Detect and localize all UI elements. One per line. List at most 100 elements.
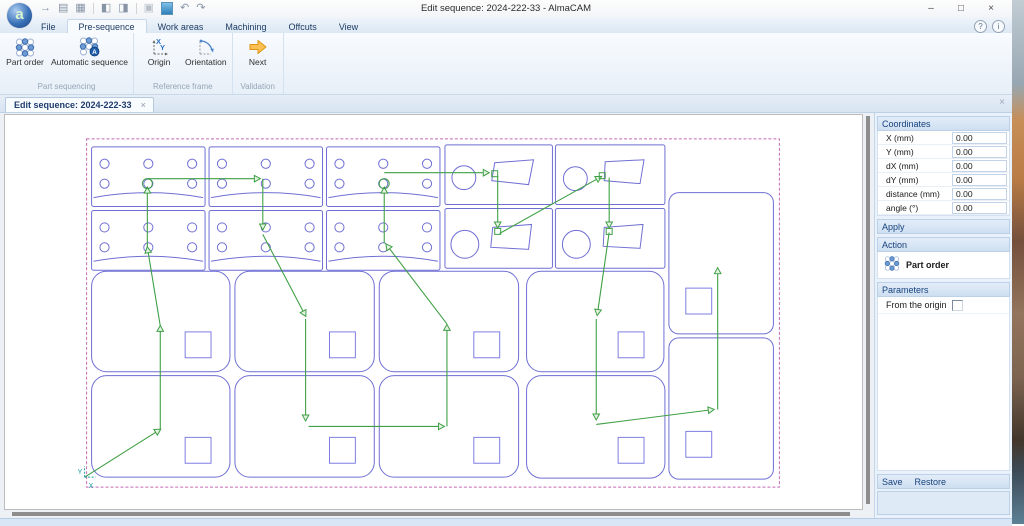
coordinate-row-distance: distance (mm)0.00	[878, 187, 1009, 201]
next-arrow-icon	[247, 36, 269, 58]
sequence-arrow	[147, 247, 160, 326]
save-button[interactable]: Save	[882, 477, 903, 487]
machine-icon[interactable]: ▦	[75, 2, 85, 15]
action-header[interactable]: Action	[877, 237, 1010, 252]
tab-work-areas[interactable]: Work areas	[147, 20, 215, 33]
tab-file[interactable]: File	[30, 20, 67, 33]
panel-close-icon[interactable]: ×	[999, 98, 1005, 108]
copy-left-icon[interactable]: ◧	[101, 2, 111, 15]
part-trapezoid[interactable]	[445, 145, 552, 205]
group-reference-frame: XY Origin Orientation Reference frame	[134, 33, 233, 94]
automatic-sequence-label: Automatic sequence	[51, 58, 128, 67]
part-order-button[interactable]: Part order	[2, 34, 48, 67]
y-value-field[interactable]: 0.00	[952, 146, 1007, 158]
toolbar-separator	[93, 3, 94, 14]
next-button[interactable]: Next	[235, 34, 281, 67]
tab-machining[interactable]: Machining	[214, 20, 277, 33]
coordinates-header[interactable]: Coordinates	[877, 116, 1010, 131]
app-color-icon[interactable]	[161, 2, 173, 15]
origin-y-label: Y	[78, 469, 83, 476]
part-trapezoid[interactable]	[445, 209, 552, 269]
distance-value-field[interactable]: 0.00	[952, 188, 1007, 200]
part-plate[interactable]	[92, 211, 205, 271]
row-label: angle (°)	[878, 203, 952, 213]
vertical-scrollbar-thumb[interactable]	[866, 116, 870, 504]
action-part-order-item[interactable]: Part order	[877, 252, 1010, 279]
part-tall-panel[interactable]	[669, 338, 774, 479]
orientation-label: Orientation	[185, 58, 227, 67]
from-origin-row: From the origin	[878, 297, 1009, 314]
sequence-arrow	[386, 244, 447, 324]
dx-value-field[interactable]: 0.00	[952, 160, 1007, 172]
apply-header[interactable]: Apply	[877, 219, 1010, 234]
angle-value-field[interactable]: 0.00	[952, 202, 1007, 214]
part-tall-panel[interactable]	[669, 193, 774, 334]
monitor-icon[interactable]: ▤	[58, 2, 68, 15]
help-icons: ? i	[974, 20, 1005, 33]
almacam-logo-icon[interactable]: a	[7, 3, 32, 28]
vertical-scrollbar[interactable]	[865, 115, 871, 507]
document-tab[interactable]: Edit sequence: 2024-222-33 ×	[5, 97, 154, 112]
copy-right-icon[interactable]: ◨	[118, 2, 128, 15]
undo-icon[interactable]: ↶	[180, 2, 189, 15]
sequence-arrow	[596, 410, 713, 425]
quick-access-toolbar: → ▤ ▦ ◧ ◨ ▣ ↶ ↷	[40, 2, 205, 15]
save-restore-header: Save Restore	[877, 474, 1010, 489]
group-part-sequencing: Part order A Automatic sequence Part seq…	[0, 33, 134, 94]
workspace: YX Coordinates X (mm)0.00 Y (mm)0.00 dX …	[0, 113, 1012, 518]
row-label: Y (mm)	[878, 147, 952, 157]
coordinate-row-angle: angle (°)0.00	[878, 201, 1009, 215]
coordinate-row-dy: dY (mm)0.00	[878, 173, 1009, 187]
window-controls: – □ ×	[916, 1, 1006, 16]
part-trapezoid[interactable]	[555, 145, 664, 205]
coordinate-row-y: Y (mm)0.00	[878, 145, 1009, 159]
close-button[interactable]: ×	[976, 1, 1006, 16]
sequence-arrow	[85, 429, 161, 477]
x-value-field[interactable]: 0.00	[952, 132, 1007, 144]
help-icon[interactable]: ?	[974, 20, 987, 33]
parameters-header[interactable]: Parameters	[877, 282, 1010, 297]
orientation-icon	[196, 36, 216, 58]
part-panel[interactable]	[527, 271, 664, 371]
automatic-sequence-button[interactable]: A Automatic sequence	[48, 34, 131, 67]
document-tab-row: Edit sequence: 2024-222-33 × ×	[0, 95, 1012, 113]
dy-value-field[interactable]: 0.00	[952, 174, 1007, 186]
from-origin-checkbox[interactable]	[952, 300, 963, 311]
import-icon[interactable]: →	[40, 2, 51, 15]
redo-icon[interactable]: ↷	[196, 2, 205, 15]
part-plate[interactable]	[326, 211, 439, 271]
tab-offcuts[interactable]: Offcuts	[277, 20, 327, 33]
part-plate[interactable]	[92, 147, 205, 207]
tab-pre-sequence[interactable]: Pre-sequence	[67, 19, 147, 33]
row-label: distance (mm)	[878, 189, 952, 199]
orientation-button[interactable]: Orientation	[182, 34, 230, 67]
maximize-button[interactable]: □	[946, 1, 976, 16]
message-box	[877, 491, 1010, 515]
document-tab-close-icon[interactable]: ×	[141, 100, 146, 110]
horizontal-scrollbar[interactable]	[5, 511, 858, 517]
part-plate[interactable]	[209, 147, 322, 207]
part-plate[interactable]	[326, 147, 439, 207]
next-label: Next	[249, 58, 266, 67]
origin-button[interactable]: XY Origin	[136, 34, 182, 67]
minimize-button[interactable]: –	[916, 1, 946, 16]
part-order-icon	[884, 256, 900, 273]
save-icon[interactable]: ▣	[144, 2, 154, 15]
horizontal-scrollbar-thumb[interactable]	[12, 512, 850, 516]
part-panel[interactable]	[379, 271, 518, 371]
info-icon[interactable]: i	[992, 20, 1005, 33]
group-label: Reference frame	[136, 81, 230, 94]
part-order-label: Part order	[6, 58, 44, 67]
part-panel[interactable]	[235, 271, 374, 371]
part-trapezoid[interactable]	[555, 209, 664, 269]
tab-view[interactable]: View	[328, 20, 369, 33]
action-item-label: Part order	[906, 260, 949, 270]
restore-button[interactable]: Restore	[915, 477, 947, 487]
group-label: Part sequencing	[2, 81, 131, 94]
sequence-canvas[interactable]: YX	[4, 114, 863, 510]
parameters-area: From the origin	[877, 297, 1010, 471]
coordinate-row-dx: dX (mm)0.00	[878, 159, 1009, 173]
ribbon-tab-row: File Pre-sequence Work areas Machining O…	[0, 18, 1012, 33]
coordinates-rows: X (mm)0.00 Y (mm)0.00 dX (mm)0.00 dY (mm…	[877, 131, 1010, 216]
toolbar-separator	[136, 3, 137, 14]
